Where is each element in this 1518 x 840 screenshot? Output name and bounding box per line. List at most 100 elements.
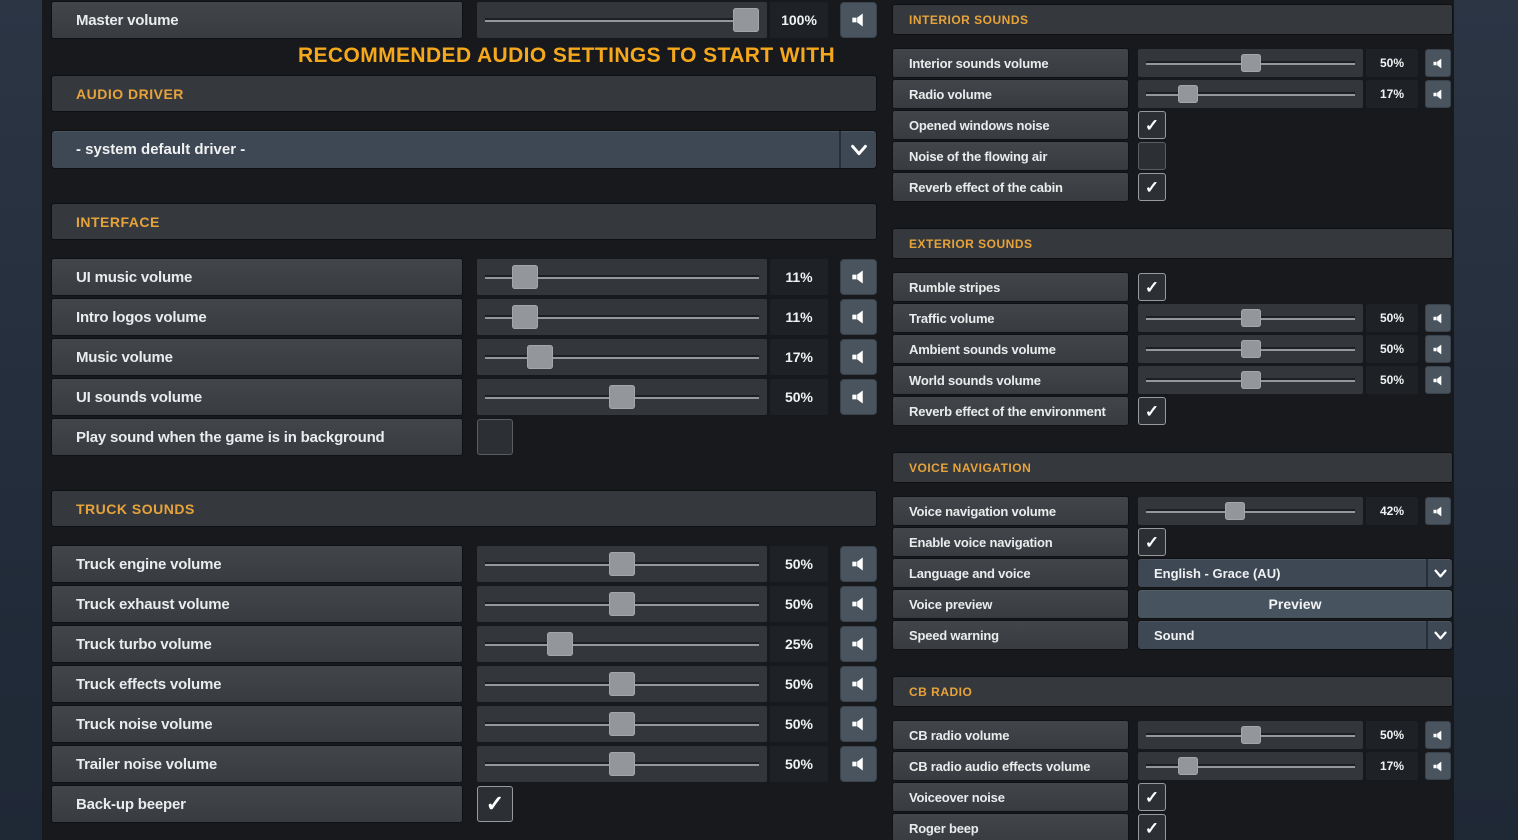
volume-slider[interactable]: [477, 339, 767, 375]
dropdown[interactable]: Sound: [1138, 621, 1452, 649]
mute-toggle-button[interactable]: [840, 626, 877, 662]
checkbox[interactable]: ✓: [1138, 273, 1166, 301]
section-header: INTERIOR SOUNDS: [893, 5, 1452, 34]
volume-slider[interactable]: [477, 746, 767, 782]
slider-handle[interactable]: [512, 305, 538, 329]
checkbox[interactable]: ✓: [477, 786, 513, 822]
slider-handle[interactable]: [1241, 340, 1261, 358]
speaker-icon: [1431, 728, 1446, 743]
mute-toggle-button[interactable]: [840, 746, 877, 782]
slider-handle[interactable]: [1241, 309, 1261, 327]
dropdown[interactable]: English - Grace (AU): [1138, 559, 1452, 587]
mute-toggle-button[interactable]: [1425, 366, 1451, 394]
mute-toggle-button[interactable]: [840, 259, 877, 295]
slider-handle[interactable]: [609, 752, 635, 776]
setting-label-text: Truck exhaust volume: [76, 596, 230, 613]
volume-slider[interactable]: [1138, 721, 1363, 749]
row-speed-warning: Speed warning Sound: [893, 621, 1452, 649]
dropdown[interactable]: - system default driver -: [52, 131, 876, 168]
setting-label: Language and voice: [893, 559, 1128, 587]
checkbox[interactable]: ✓: [1138, 111, 1166, 139]
mute-toggle-button[interactable]: [840, 379, 877, 415]
volume-slider[interactable]: [477, 586, 767, 622]
checkmark-icon: ✓: [486, 793, 504, 815]
volume-slider[interactable]: [477, 299, 767, 335]
volume-value: 50%: [1366, 49, 1418, 77]
checkbox[interactable]: ✓: [1138, 528, 1166, 556]
preview-button[interactable]: Preview: [1138, 590, 1452, 618]
slider-handle[interactable]: [1241, 54, 1261, 72]
mute-toggle-button[interactable]: [840, 339, 877, 375]
setting-label-text: Truck turbo volume: [76, 636, 212, 653]
volume-slider[interactable]: [1138, 366, 1363, 394]
volume-slider[interactable]: [477, 259, 767, 295]
speaker-icon: [1431, 311, 1446, 326]
mute-toggle-button[interactable]: [1425, 304, 1451, 332]
row-voiceover-noise: Voiceover noise ✓: [893, 783, 1452, 811]
slider-handle[interactable]: [733, 8, 759, 32]
setting-label: Enable voice navigation: [893, 528, 1128, 556]
row-ambient-sounds-volume: Ambient sounds volume 50%: [893, 335, 1452, 363]
checkbox[interactable]: [477, 419, 513, 455]
volume-value: 50%: [770, 666, 828, 702]
slider-handle[interactable]: [1178, 85, 1198, 103]
slider-handle[interactable]: [1241, 726, 1261, 744]
volume-slider[interactable]: [1138, 49, 1363, 77]
volume-slider[interactable]: [1138, 497, 1363, 525]
mute-toggle-button[interactable]: [840, 586, 877, 622]
mute-toggle-button[interactable]: [840, 299, 877, 335]
slider-handle[interactable]: [1178, 757, 1198, 775]
mute-toggle-button[interactable]: [840, 546, 877, 582]
dropdown-chevron-box[interactable]: [1426, 559, 1452, 587]
row-truck-exhaust-volume: Truck exhaust volume 50%: [52, 586, 876, 622]
slider-handle[interactable]: [609, 385, 635, 409]
volume-slider[interactable]: [477, 626, 767, 662]
slider-handle[interactable]: [512, 265, 538, 289]
checkmark-icon: ✓: [1145, 789, 1159, 806]
row-ui-sounds-volume: UI sounds volume 50%: [52, 379, 876, 415]
volume-slider[interactable]: [1138, 80, 1363, 108]
dropdown-chevron-box[interactable]: [1426, 621, 1452, 649]
slider-handle[interactable]: [1225, 502, 1245, 520]
setting-label: Interior sounds volume: [893, 49, 1128, 77]
mute-toggle-button[interactable]: [1425, 80, 1451, 108]
slider-handle[interactable]: [1241, 371, 1261, 389]
checkbox[interactable]: ✓: [1138, 814, 1166, 840]
mute-toggle-button[interactable]: [1425, 752, 1451, 780]
slider-handle[interactable]: [609, 672, 635, 696]
row-radio-volume: Radio volume 17%: [893, 80, 1452, 108]
volume-slider[interactable]: [1138, 335, 1363, 363]
mute-toggle-button[interactable]: [840, 706, 877, 742]
row-truck-engine-volume: Truck engine volume 50%: [52, 546, 876, 582]
slider-handle[interactable]: [547, 632, 573, 656]
row-cb-radio-audio-effects-volume: CB radio audio effects volume 17%: [893, 752, 1452, 780]
volume-slider[interactable]: [1138, 752, 1363, 780]
volume-slider[interactable]: [477, 666, 767, 702]
setting-label: Play sound when the game is in backgroun…: [52, 419, 462, 455]
volume-slider[interactable]: [477, 706, 767, 742]
volume-slider[interactable]: [477, 2, 767, 38]
slider-handle[interactable]: [527, 345, 553, 369]
setting-label: UI music volume: [52, 259, 462, 295]
mute-toggle-button[interactable]: [1425, 49, 1451, 77]
volume-slider[interactable]: [1138, 304, 1363, 332]
mute-toggle-button[interactable]: [1425, 721, 1451, 749]
mute-toggle-button[interactable]: [1425, 335, 1451, 363]
mute-toggle-button[interactable]: [1425, 497, 1451, 525]
checkbox[interactable]: ✓: [1138, 783, 1166, 811]
setting-label-text: Reverb effect of the cabin: [909, 180, 1063, 195]
checkbox[interactable]: ✓: [1138, 173, 1166, 201]
dropdown-chevron-box[interactable]: [839, 131, 876, 168]
mute-toggle-button[interactable]: [840, 666, 877, 702]
slider-handle[interactable]: [609, 712, 635, 736]
slider-handle[interactable]: [609, 592, 635, 616]
volume-slider[interactable]: [477, 546, 767, 582]
row-reverb-effect-of-the-cabin: Reverb effect of the cabin ✓: [893, 173, 1452, 201]
checkbox[interactable]: ✓: [1138, 397, 1166, 425]
volume-slider[interactable]: [477, 379, 767, 415]
volume-value: 50%: [770, 706, 828, 742]
mute-toggle-button[interactable]: [840, 2, 877, 38]
slider-track: [485, 642, 759, 646]
checkbox[interactable]: [1138, 142, 1166, 170]
slider-handle[interactable]: [609, 552, 635, 576]
